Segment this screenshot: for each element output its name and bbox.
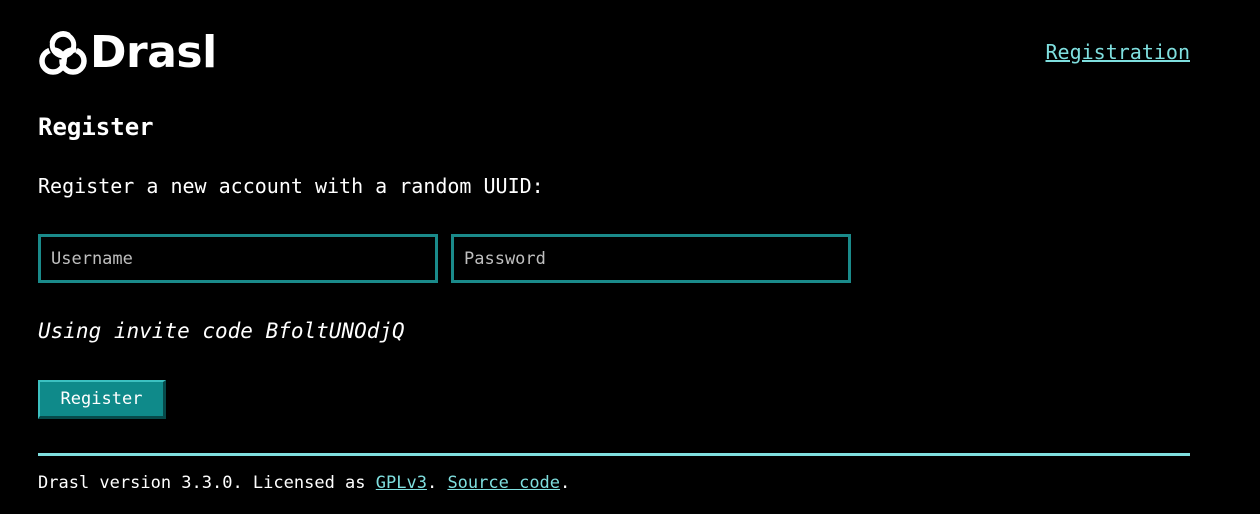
register-button[interactable]: Register	[38, 380, 166, 419]
invite-code-text: Using invite code BfoltUNOdjQ	[38, 319, 405, 343]
footer-period-text: .	[560, 473, 571, 493]
password-input[interactable]	[451, 234, 851, 283]
username-input[interactable]	[38, 234, 438, 283]
register-form	[38, 234, 851, 283]
nav-registration-link[interactable]: Registration	[1046, 38, 1191, 66]
page-title: Register	[38, 113, 154, 141]
site-footer: Drasl version 3.3.0. Licensed as GPLv3. …	[38, 470, 570, 496]
home-logo-link[interactable]: Drasl	[38, 28, 217, 78]
gplv3-license-link[interactable]: GPLv3	[376, 473, 427, 493]
footer-divider	[38, 453, 1190, 456]
source-code-link[interactable]: Source code	[447, 473, 560, 493]
register-intro-text: Register a new account with a random UUI…	[38, 174, 544, 198]
footer-separator-text: .	[426, 473, 448, 493]
footer-version-text: Drasl version 3.3.0. Licensed as	[38, 473, 376, 493]
drasl-knot-icon	[39, 30, 87, 75]
logo-text: Drasl	[90, 27, 217, 78]
site-header: Drasl Registration	[38, 28, 1190, 78]
